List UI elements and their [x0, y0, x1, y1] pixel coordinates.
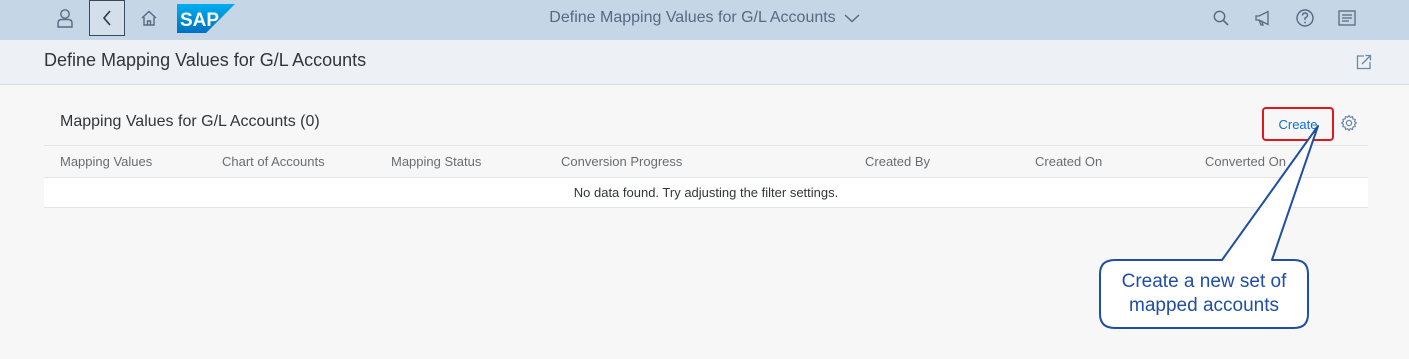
page-header: Define Mapping Values for G/L Accounts	[0, 40, 1409, 85]
column-mapping-values[interactable]: Mapping Values	[60, 154, 152, 169]
column-created-by[interactable]: Created By	[865, 154, 930, 169]
shell-title[interactable]: Define Mapping Values for G/L Accounts	[0, 0, 1409, 36]
shell-bar: SAP Define Mapping Values for G/L Accoun…	[0, 0, 1409, 40]
column-mapping-status[interactable]: Mapping Status	[391, 154, 481, 169]
share-icon[interactable]	[1355, 53, 1373, 76]
no-data-message: No data found. Try adjusting the filter …	[44, 178, 1368, 208]
megaphone-icon[interactable]	[1245, 0, 1281, 36]
column-converted-on[interactable]: Converted On	[1205, 154, 1286, 169]
column-chart-of-accounts[interactable]: Chart of Accounts	[222, 154, 325, 169]
settings-icon[interactable]	[1340, 114, 1358, 137]
search-icon[interactable]	[1203, 0, 1239, 36]
column-conversion-progress[interactable]: Conversion Progress	[561, 154, 682, 169]
callout-text: Create a new set of mapped accounts	[1121, 270, 1287, 316]
menu-icon[interactable]	[1329, 0, 1365, 36]
shell-title-text: Define Mapping Values for G/L Accounts	[549, 9, 836, 26]
chevron-down-icon	[844, 13, 860, 23]
page-title: Define Mapping Values for G/L Accounts	[44, 50, 367, 70]
create-button[interactable]: Create	[1262, 107, 1334, 141]
table-title: Mapping Values for G/L Accounts (0)	[60, 113, 320, 130]
help-icon[interactable]	[1287, 0, 1323, 36]
table-header-row: Mapping Values Chart of Accounts Mapping…	[44, 145, 1368, 178]
column-created-on[interactable]: Created On	[1035, 154, 1102, 169]
